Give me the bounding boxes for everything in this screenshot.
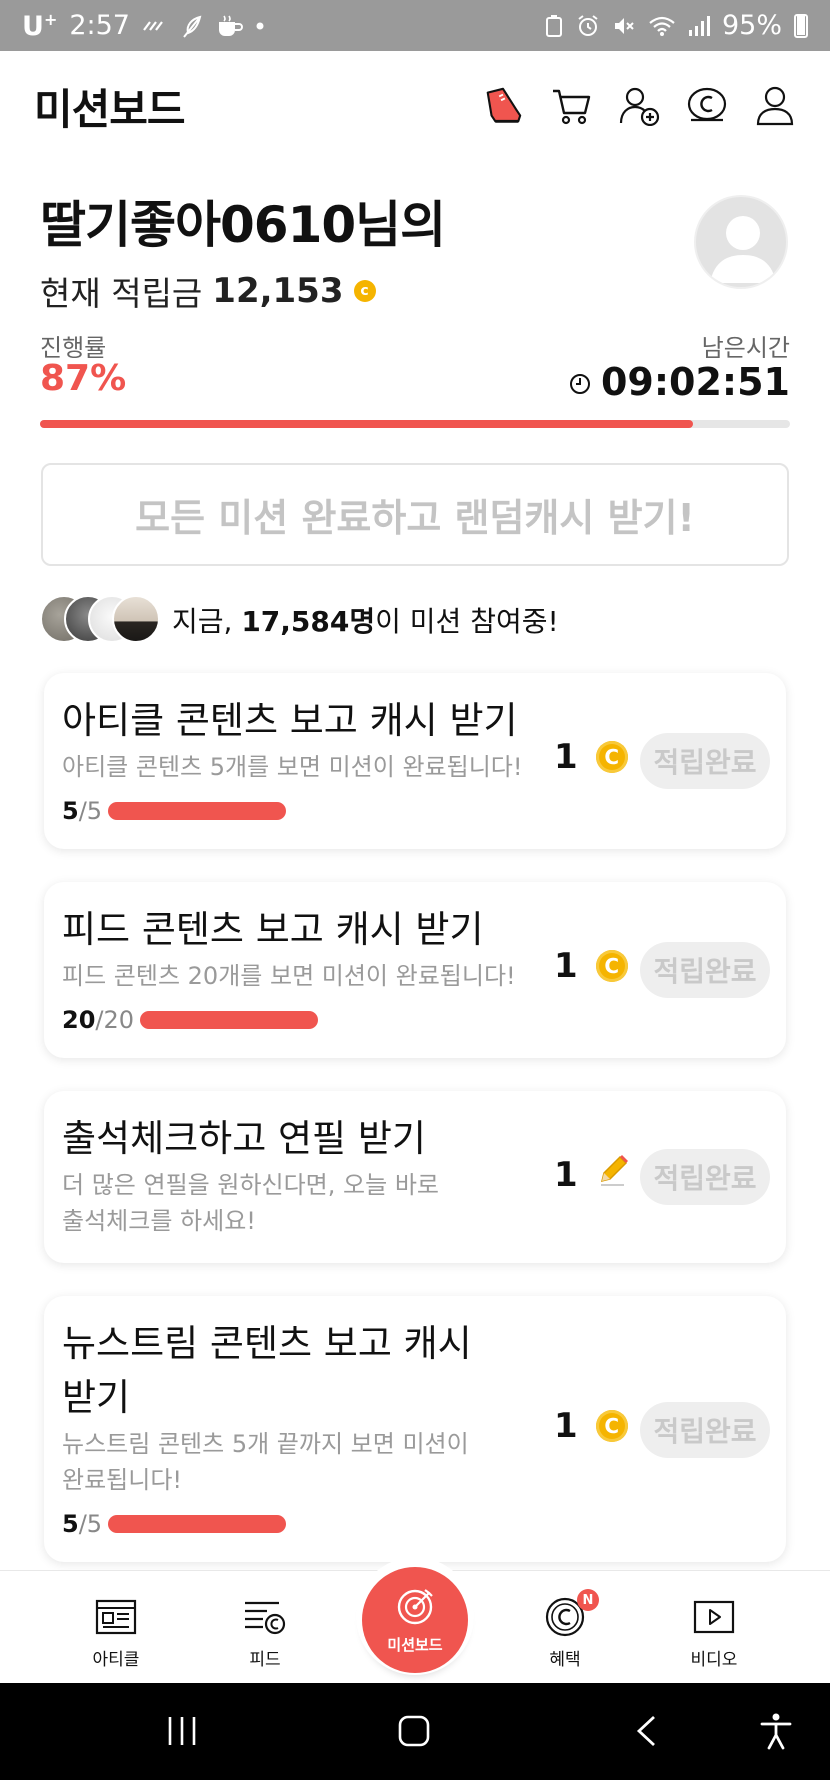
mission-title: 뉴스트림 콘텐츠 보고 캐시 — [62, 1322, 472, 1365]
coin-icon: C — [595, 1410, 628, 1442]
mission-description-line2: 출석체크를 하세요! — [62, 1207, 256, 1235]
recent-apps-icon[interactable] — [160, 1711, 204, 1751]
mission-description: 아티클 콘텐츠 5개를 보면 미션이 완료됩니다! — [62, 753, 523, 781]
app-header: 미션보드 — [0, 51, 830, 161]
add-friend-icon[interactable] — [618, 85, 660, 127]
claim-status-button[interactable]: 적립완료 — [640, 942, 770, 998]
tab-article[interactable]: 아티클 — [56, 1595, 176, 1670]
progress-bar — [40, 420, 790, 428]
mission-card[interactable]: 피드 콘텐츠 보고 캐시 받기 피드 콘텐츠 20개를 보면 미션이 완료됩니다… — [44, 882, 786, 1058]
back-icon[interactable] — [628, 1711, 664, 1751]
mission-reward: 1 C — [554, 1406, 628, 1446]
participants-text: 지금, 17,584명이 미션 참여중! — [172, 605, 559, 638]
user-name: 딸기좋아0610님의 — [40, 196, 446, 254]
home-icon[interactable] — [392, 1711, 436, 1751]
mission-card[interactable]: 뉴스트림 콘텐츠 보고 캐시 받기 뉴스트림 콘텐츠 5개 끝까지 보면 미션이… — [44, 1296, 786, 1562]
dnd-icon — [142, 16, 168, 36]
time-remaining: 09:02:51 — [569, 360, 790, 404]
recycle-icon — [544, 14, 564, 38]
mute-icon — [612, 14, 636, 38]
mission-title: 피드 콘텐츠 보고 캐시 받기 — [62, 908, 484, 951]
app-title: 미션보드 — [34, 84, 186, 134]
mission-reward: 1 C — [554, 946, 628, 986]
status-bar: U+ 2:57 95% — [0, 0, 830, 51]
balance-value: 12,153 — [212, 271, 344, 311]
video-icon — [654, 1595, 774, 1639]
tab-video[interactable]: 비디오 — [654, 1595, 774, 1670]
mission-card[interactable]: 출석체크하고 연필 받기 더 많은 연필을 원하신다면, 오늘 바로 출석체크를… — [44, 1091, 786, 1263]
tab-feed[interactable]: 피드 — [205, 1595, 325, 1670]
mission-card[interactable]: 아티클 콘텐츠 보고 캐시 받기 아티클 콘텐츠 5개를 보면 미션이 완료됩니… — [44, 673, 786, 849]
alarm-icon — [576, 14, 600, 38]
progress-percent: 87% — [40, 358, 127, 399]
avatar — [112, 595, 160, 643]
claim-status-button[interactable]: 적립완료 — [640, 733, 770, 789]
progress-bar-fill — [40, 420, 693, 428]
system-nav-bar — [0, 1683, 830, 1780]
participants-row: 지금, 17,584명이 미션 참여중! — [40, 595, 559, 645]
mission-description-line2: 완료됩니다! — [62, 1466, 183, 1494]
mission-count: 5/5 — [62, 1510, 287, 1538]
mission-progress-bar — [108, 802, 287, 820]
clock-icon — [569, 360, 591, 404]
status-time: 2:57 — [69, 10, 130, 41]
sneaker-icon[interactable] — [482, 85, 524, 127]
new-badge: N — [577, 1589, 599, 1611]
tab-missionboard-label: 미션보드 — [387, 1635, 443, 1654]
cash-icon[interactable] — [686, 85, 728, 127]
benefit-icon: N — [505, 1589, 625, 1639]
feather-icon — [180, 13, 204, 39]
tab-benefit-label: 혜택 — [549, 1650, 581, 1670]
mission-title: 출석체크하고 연필 받기 — [62, 1117, 426, 1160]
signal-icon — [688, 15, 710, 37]
tab-feed-label: 피드 — [249, 1650, 281, 1670]
time-remaining-value: 09:02:51 — [600, 360, 790, 404]
battery-icon — [794, 13, 808, 38]
carrier-label: U+ — [22, 9, 58, 42]
profile-icon[interactable] — [754, 85, 796, 127]
mission-progress-bar — [108, 1515, 287, 1533]
mission-progress-bar — [140, 1011, 319, 1029]
cart-icon[interactable] — [550, 85, 592, 127]
mission-title-line2: 받기 — [62, 1376, 131, 1419]
claim-status-button[interactable]: 적립완료 — [640, 1149, 770, 1205]
mission-description: 뉴스트림 콘텐츠 5개 끝까지 보면 미션이 — [62, 1430, 469, 1458]
tab-missionboard[interactable]: 미션보드 — [362, 1567, 468, 1673]
tab-benefit[interactable]: N 혜택 — [505, 1589, 625, 1670]
coin-icon: C — [595, 950, 628, 982]
mission-reward: 1 C — [554, 737, 628, 777]
mission-title: 아티클 콘텐츠 보고 캐시 받기 — [62, 699, 518, 742]
wifi-icon — [648, 15, 676, 37]
balance-row: 현재 적립금 12,153 c — [40, 267, 445, 315]
mission-count: 5/5 — [62, 797, 287, 825]
mission-description: 피드 콘텐츠 20개를 보면 미션이 완료됩니다! — [62, 962, 516, 990]
avatar[interactable] — [694, 195, 788, 289]
notification-dot-icon — [256, 22, 264, 30]
pencil-icon — [596, 1153, 630, 1196]
user-summary: 딸기좋아0610님의 현재 적립금 12,153 c — [40, 185, 446, 315]
accessibility-icon[interactable] — [754, 1711, 798, 1751]
feed-icon — [205, 1595, 325, 1639]
complete-all-button[interactable]: 모든 미션 완료하고 랜덤캐시 받기! — [41, 463, 789, 566]
coin-icon: c — [353, 280, 376, 302]
tab-video-label: 비디오 — [690, 1650, 738, 1670]
mission-description: 더 많은 연필을 원하신다면, 오늘 바로 — [62, 1171, 439, 1199]
participant-avatars — [40, 595, 160, 645]
balance-label: 현재 적립금 — [40, 274, 203, 313]
battery-percent: 95% — [721, 10, 782, 41]
target-icon — [395, 1586, 435, 1630]
time-left-label: 남은시간 — [701, 334, 790, 362]
claim-status-button[interactable]: 적립완료 — [640, 1402, 770, 1458]
mission-reward: 1 — [554, 1153, 630, 1196]
mission-count: 20/20 — [62, 1006, 319, 1034]
article-icon — [56, 1595, 176, 1639]
coffee-icon — [216, 14, 244, 38]
tab-article-label: 아티클 — [92, 1650, 140, 1670]
coin-icon: C — [595, 741, 628, 773]
